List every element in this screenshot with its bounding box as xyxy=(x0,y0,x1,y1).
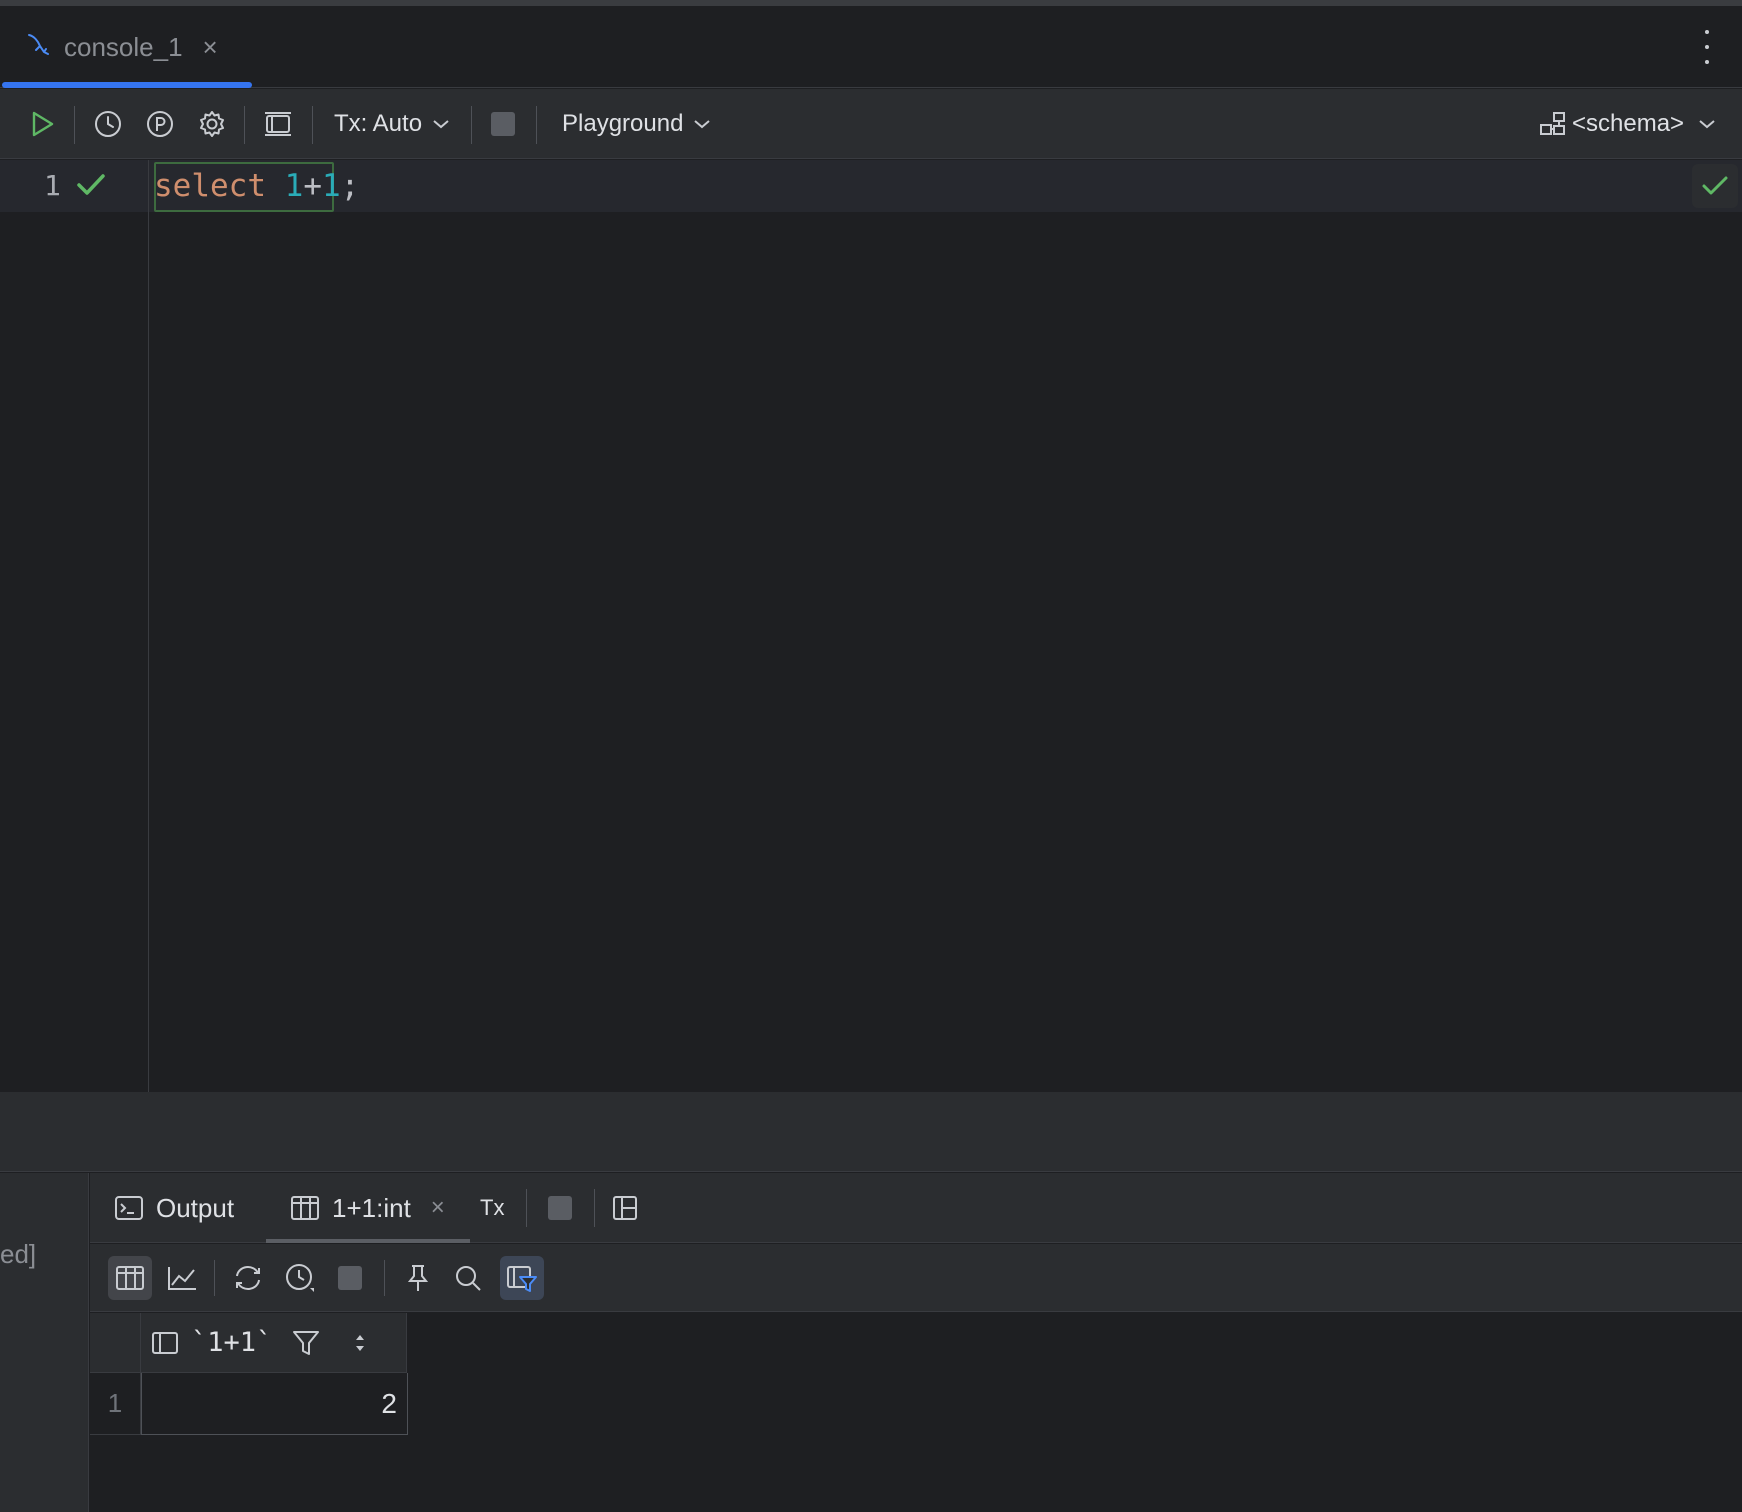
gear-icon xyxy=(200,111,224,137)
grid-corner[interactable] xyxy=(90,1313,141,1373)
layout-toggle-button[interactable] xyxy=(612,1173,638,1243)
run-icon xyxy=(32,111,54,137)
layout-button[interactable] xyxy=(258,89,298,159)
sql-editor[interactable]: 1 select 1+1; xyxy=(0,160,1742,1092)
search-icon xyxy=(456,1266,481,1291)
line-number: 1 xyxy=(44,169,61,202)
column-icon xyxy=(152,1331,178,1354)
tab-console-1[interactable]: console_1 × xyxy=(0,6,252,88)
run-button[interactable] xyxy=(22,89,62,159)
statement-success-check-icon xyxy=(76,172,106,203)
schema-dropdown[interactable]: <schema> xyxy=(1538,89,1716,159)
close-icon[interactable]: × xyxy=(431,1194,445,1222)
chart-icon xyxy=(168,1267,196,1290)
filter-icon[interactable] xyxy=(292,1330,320,1356)
tab-output[interactable]: Output xyxy=(114,1173,234,1243)
stop-icon xyxy=(338,1266,362,1290)
inspection-status-check-icon[interactable] xyxy=(1692,164,1738,208)
tab-output-label: Output xyxy=(156,1192,235,1223)
tx-mode-label: Tx: Auto xyxy=(334,110,423,137)
table-icon xyxy=(291,1196,319,1220)
parameter-p-icon xyxy=(147,111,173,137)
row-number[interactable]: 1 xyxy=(90,1373,141,1435)
pin-button[interactable] xyxy=(396,1256,440,1300)
panel-layout-icon xyxy=(265,112,291,136)
clock-icon xyxy=(286,1264,314,1292)
refresh-icon xyxy=(236,1266,260,1290)
services-side-strip: ed] xyxy=(0,1173,89,1512)
schema-icon xyxy=(1540,112,1565,135)
clock-icon xyxy=(95,111,121,137)
schema-label: <schema> xyxy=(1572,110,1685,137)
tab-close-icon[interactable]: × xyxy=(203,32,218,63)
split-layout-icon xyxy=(613,1196,637,1220)
table-view-button[interactable] xyxy=(108,1256,152,1300)
playground-dropdown[interactable]: Playground xyxy=(562,89,711,159)
history-button[interactable] xyxy=(278,1256,322,1300)
stop-button[interactable] xyxy=(548,1173,572,1243)
sql-keyword: select xyxy=(154,168,266,204)
filter-panel-button[interactable] xyxy=(500,1256,544,1300)
separator xyxy=(384,1260,385,1296)
sql-number: 1 xyxy=(284,168,304,204)
active-tab-indicator xyxy=(2,82,252,88)
sort-icon[interactable] xyxy=(354,1332,366,1354)
transaction-mode-dropdown[interactable]: Tx: Auto xyxy=(334,89,450,159)
table-cell[interactable]: 2 xyxy=(141,1373,408,1435)
code-line[interactable]: select 1+1; xyxy=(154,168,359,204)
pin-icon xyxy=(407,1265,429,1291)
gutter-divider xyxy=(148,160,149,1092)
stop-icon xyxy=(548,1196,572,1220)
tab-result-label: 1+1:int xyxy=(332,1192,411,1223)
refresh-button[interactable] xyxy=(226,1256,270,1300)
separator xyxy=(594,1189,595,1227)
search-button[interactable] xyxy=(446,1256,490,1300)
truncated-text: ed] xyxy=(0,1239,37,1269)
parameters-button[interactable] xyxy=(140,89,180,159)
playground-label: Playground xyxy=(562,110,684,137)
panel-splitter[interactable] xyxy=(0,1092,1742,1172)
separator xyxy=(526,1189,527,1227)
sql-number: 1 xyxy=(322,168,341,204)
sql-operator: + xyxy=(303,168,322,204)
tab-result-1[interactable]: 1+1:int × xyxy=(290,1173,445,1243)
results-toolbar xyxy=(90,1244,1742,1312)
chart-view-button[interactable] xyxy=(160,1256,204,1300)
separator xyxy=(214,1260,215,1296)
active-result-tab-indicator xyxy=(266,1239,470,1243)
stop-button[interactable] xyxy=(328,1256,372,1300)
stop-icon xyxy=(491,112,515,136)
chevron-down-icon xyxy=(694,120,711,129)
chevron-down-icon xyxy=(1699,120,1715,129)
results-tab-bar: Output 1+1:int × Tx xyxy=(90,1173,1742,1243)
chevron-down-icon xyxy=(433,120,449,129)
settings-button[interactable] xyxy=(192,89,232,159)
terminal-icon xyxy=(115,1196,143,1220)
column-name: `1+1` xyxy=(191,1327,273,1358)
results-grid: `1+1` 1 2 xyxy=(90,1313,1742,1512)
column-header[interactable]: `1+1` xyxy=(141,1313,407,1373)
stop-button[interactable] xyxy=(488,89,518,159)
transaction-button[interactable]: Tx xyxy=(480,1173,504,1243)
tx-label: Tx xyxy=(480,1195,505,1220)
filter-panel-icon xyxy=(507,1266,537,1292)
editor-tab-bar: console_1 × xyxy=(0,6,1742,88)
more-options-icon[interactable] xyxy=(1702,30,1712,64)
sql-semicolon: ; xyxy=(340,168,360,204)
mysql-dolphin-icon xyxy=(26,32,52,63)
console-toolbar: Tx: Auto Playground <schema> xyxy=(0,89,1742,159)
tab-label: console_1 xyxy=(64,31,183,62)
history-button[interactable] xyxy=(88,89,128,159)
table-icon xyxy=(116,1266,144,1290)
